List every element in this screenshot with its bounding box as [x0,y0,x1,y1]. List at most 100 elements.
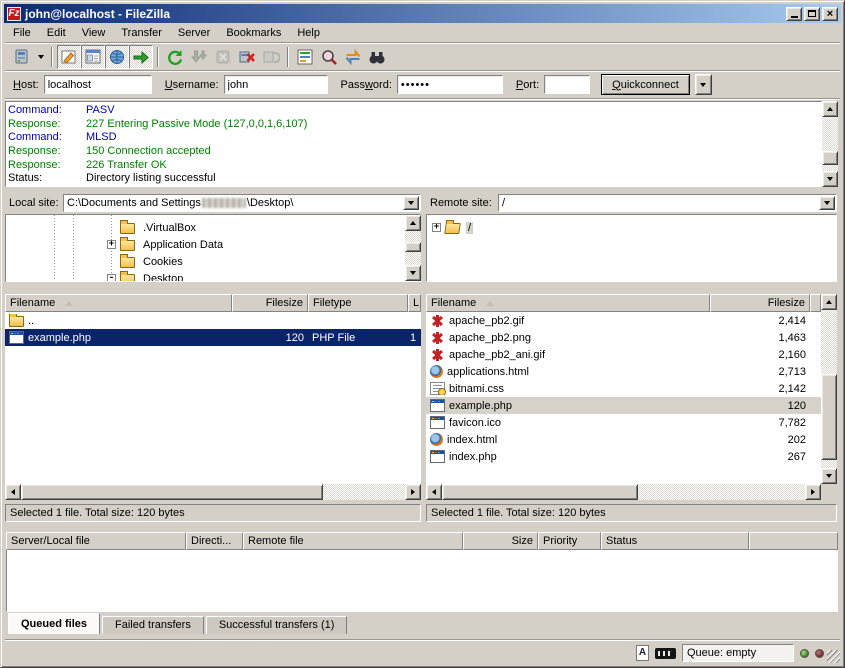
column-header-remote-file[interactable]: Remote file [243,532,463,550]
tree-item-cookies[interactable]: Cookies [6,253,420,270]
file-row-example-php[interactable]: example.php 120 PHP File 1 [5,329,421,346]
scrollbar-thumb[interactable] [822,151,838,165]
remote-site-dropdown[interactable] [819,196,835,210]
log-label: Command: [8,131,86,143]
port-input[interactable] [544,75,590,94]
close-button[interactable]: × [822,7,838,21]
folder-icon [9,316,24,327]
column-header-priority[interactable]: Priority [538,532,601,550]
column-header-filename[interactable]: Filename [426,294,710,312]
scroll-down-button[interactable] [821,468,837,484]
scroll-right-button[interactable] [805,484,821,500]
toggle-remote-tree-button[interactable] [105,45,129,69]
scrollbar-thumb[interactable] [821,374,837,460]
tab-successful-transfers[interactable]: Successful transfers (1) [206,616,348,634]
toggle-local-tree-button[interactable] [81,45,105,69]
html-file-icon [430,433,443,446]
column-header-filesize[interactable]: Filesize [710,294,810,312]
column-header-direction[interactable]: Directi... [186,532,243,550]
column-header-lastmodified[interactable]: L [408,294,421,312]
tab-failed-transfers[interactable]: Failed transfers [102,616,204,634]
local-tree-scrollbar[interactable] [405,215,421,281]
resize-grip[interactable] [827,650,840,663]
broken-image-icon [430,349,445,361]
local-site-dropdown[interactable] [403,196,419,210]
file-row[interactable]: bitnami.css 2,142 [426,380,821,397]
remote-site-combo[interactable]: / [498,194,837,212]
cancel-button[interactable] [211,45,235,69]
menu-transfer[interactable]: Transfer [113,25,170,41]
process-queue-button[interactable] [187,45,211,69]
column-header-status[interactable]: Status [601,532,749,550]
scroll-down-button[interactable] [405,265,421,281]
reconnect-button[interactable] [259,45,283,69]
menu-edit[interactable]: Edit [39,25,74,41]
menu-server[interactable]: Server [170,25,218,41]
site-manager-button[interactable] [10,45,34,69]
separator-line [5,639,840,641]
file-size: 120 [286,332,304,344]
file-row[interactable]: apache_pb2_ani.gif 2,160 [426,346,821,363]
file-row[interactable]: index.html 202 [426,431,821,448]
expander-icon[interactable]: + [107,240,116,249]
site-manager-dropdown[interactable] [34,46,47,68]
scrollbar-thumb[interactable] [21,484,323,500]
toggle-transfer-queue-button[interactable] [129,45,153,69]
scroll-down-button[interactable] [822,171,838,187]
file-row[interactable]: apache_pb2.png 1,463 [426,329,821,346]
quickconnect-button[interactable]: Quickconnect [601,74,690,95]
menu-file[interactable]: File [5,25,39,41]
expander-icon[interactable]: + [432,223,441,232]
column-header-filename[interactable]: Filename [5,294,232,312]
host-input[interactable] [44,75,152,94]
menu-help[interactable]: Help [289,25,328,41]
scrollbar-thumb[interactable] [405,242,421,252]
expander-icon[interactable]: - [107,274,116,282]
tree-item-virtualbox[interactable]: .VirtualBox [6,219,420,236]
password-input[interactable] [397,75,503,94]
menu-bookmarks[interactable]: Bookmarks [218,25,289,41]
file-row[interactable]: apache_pb2.gif 2,414 [426,312,821,329]
synchronized-browsing-button[interactable] [341,45,365,69]
log-scrollbar[interactable] [822,101,838,187]
quickconnect-dropdown[interactable] [695,74,712,95]
scroll-up-button[interactable] [405,215,421,231]
menu-view[interactable]: View [74,25,114,41]
column-header-filesize[interactable]: Filesize [232,294,308,312]
column-header-filetype[interactable]: Filetype [308,294,408,312]
disconnect-button[interactable] [235,45,259,69]
column-header-size[interactable]: Size [463,532,538,550]
file-row[interactable]: index.php 267 [426,448,821,465]
status-bar: A Queue: empty [5,642,840,664]
file-row-selected[interactable]: example.php 120 [426,397,821,414]
local-list-hscrollbar[interactable] [5,484,421,500]
refresh-button[interactable] [163,45,187,69]
scroll-left-button[interactable] [5,484,21,500]
maximize-button[interactable] [804,7,820,21]
username-input[interactable] [224,75,328,94]
scroll-right-button[interactable] [405,484,421,500]
remote-list-hscrollbar[interactable] [426,484,821,500]
php-file-icon [430,399,445,412]
scrollbar-thumb[interactable] [442,484,638,500]
directory-comparison-button[interactable] [317,45,341,69]
local-site-combo[interactable]: C:\Documents and Settings\Desktop\ [63,194,421,212]
find-files-button[interactable] [365,45,389,69]
scroll-up-button[interactable] [821,294,837,310]
toggle-message-log-button[interactable] [57,45,81,69]
minimize-button[interactable] [786,7,802,21]
toolbar [5,44,840,70]
file-row[interactable]: applications.html 2,713 [426,363,821,380]
tree-item-root[interactable]: + / [427,219,836,236]
message-log[interactable]: Command:PASV Response:227 Entering Passi… [5,101,822,187]
filter-button[interactable] [293,45,317,69]
remote-list-vscrollbar[interactable] [821,294,837,484]
scroll-left-button[interactable] [426,484,442,500]
file-row-parent-dir[interactable]: .. [5,312,421,329]
column-header-server-local-file[interactable]: Server/Local file [6,532,186,550]
tree-item-application-data[interactable]: + Application Data [6,236,420,253]
tab-queued-files[interactable]: Queued files [8,613,100,634]
tree-item-desktop[interactable]: - Desktop [6,270,420,282]
scroll-up-button[interactable] [822,101,838,117]
file-row[interactable]: favicon.ico 7,782 [426,414,821,431]
